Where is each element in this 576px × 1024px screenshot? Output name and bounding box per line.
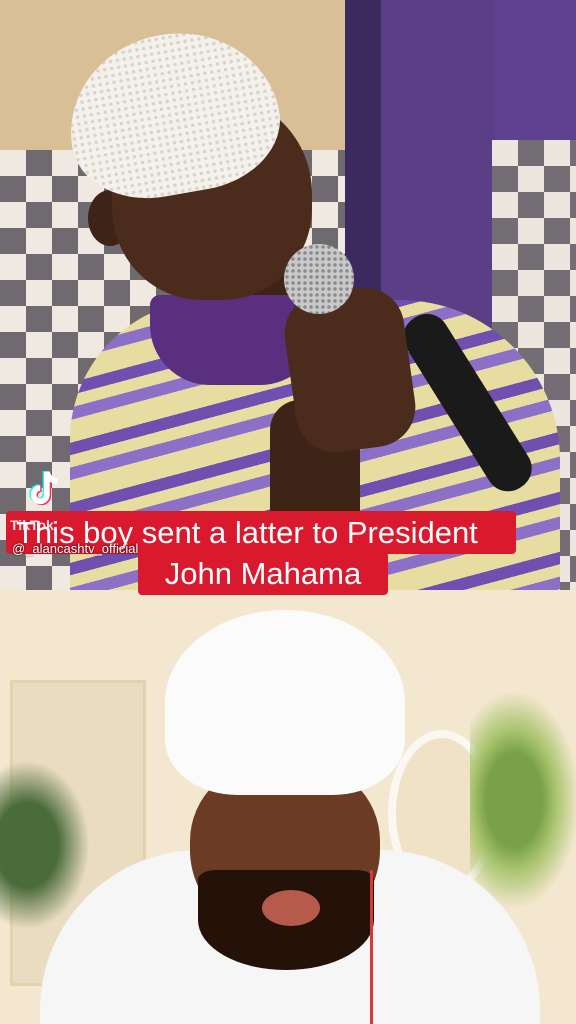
plant <box>470 690 576 910</box>
caption-line-2: John Mahama <box>138 552 388 595</box>
bottom-video-frame <box>0 590 576 1024</box>
plant <box>0 760 90 930</box>
white-cap <box>165 610 405 795</box>
top-video-frame <box>0 0 576 590</box>
creator-handle: @_alancashtv_official <box>12 541 139 556</box>
tiktok-logo-icon <box>29 470 58 506</box>
microphone-head <box>284 244 354 314</box>
wall <box>492 0 576 145</box>
earphone-cable <box>370 870 373 1024</box>
man-mouth <box>262 890 320 926</box>
tiktok-brand-label: TikTok <box>10 517 54 533</box>
